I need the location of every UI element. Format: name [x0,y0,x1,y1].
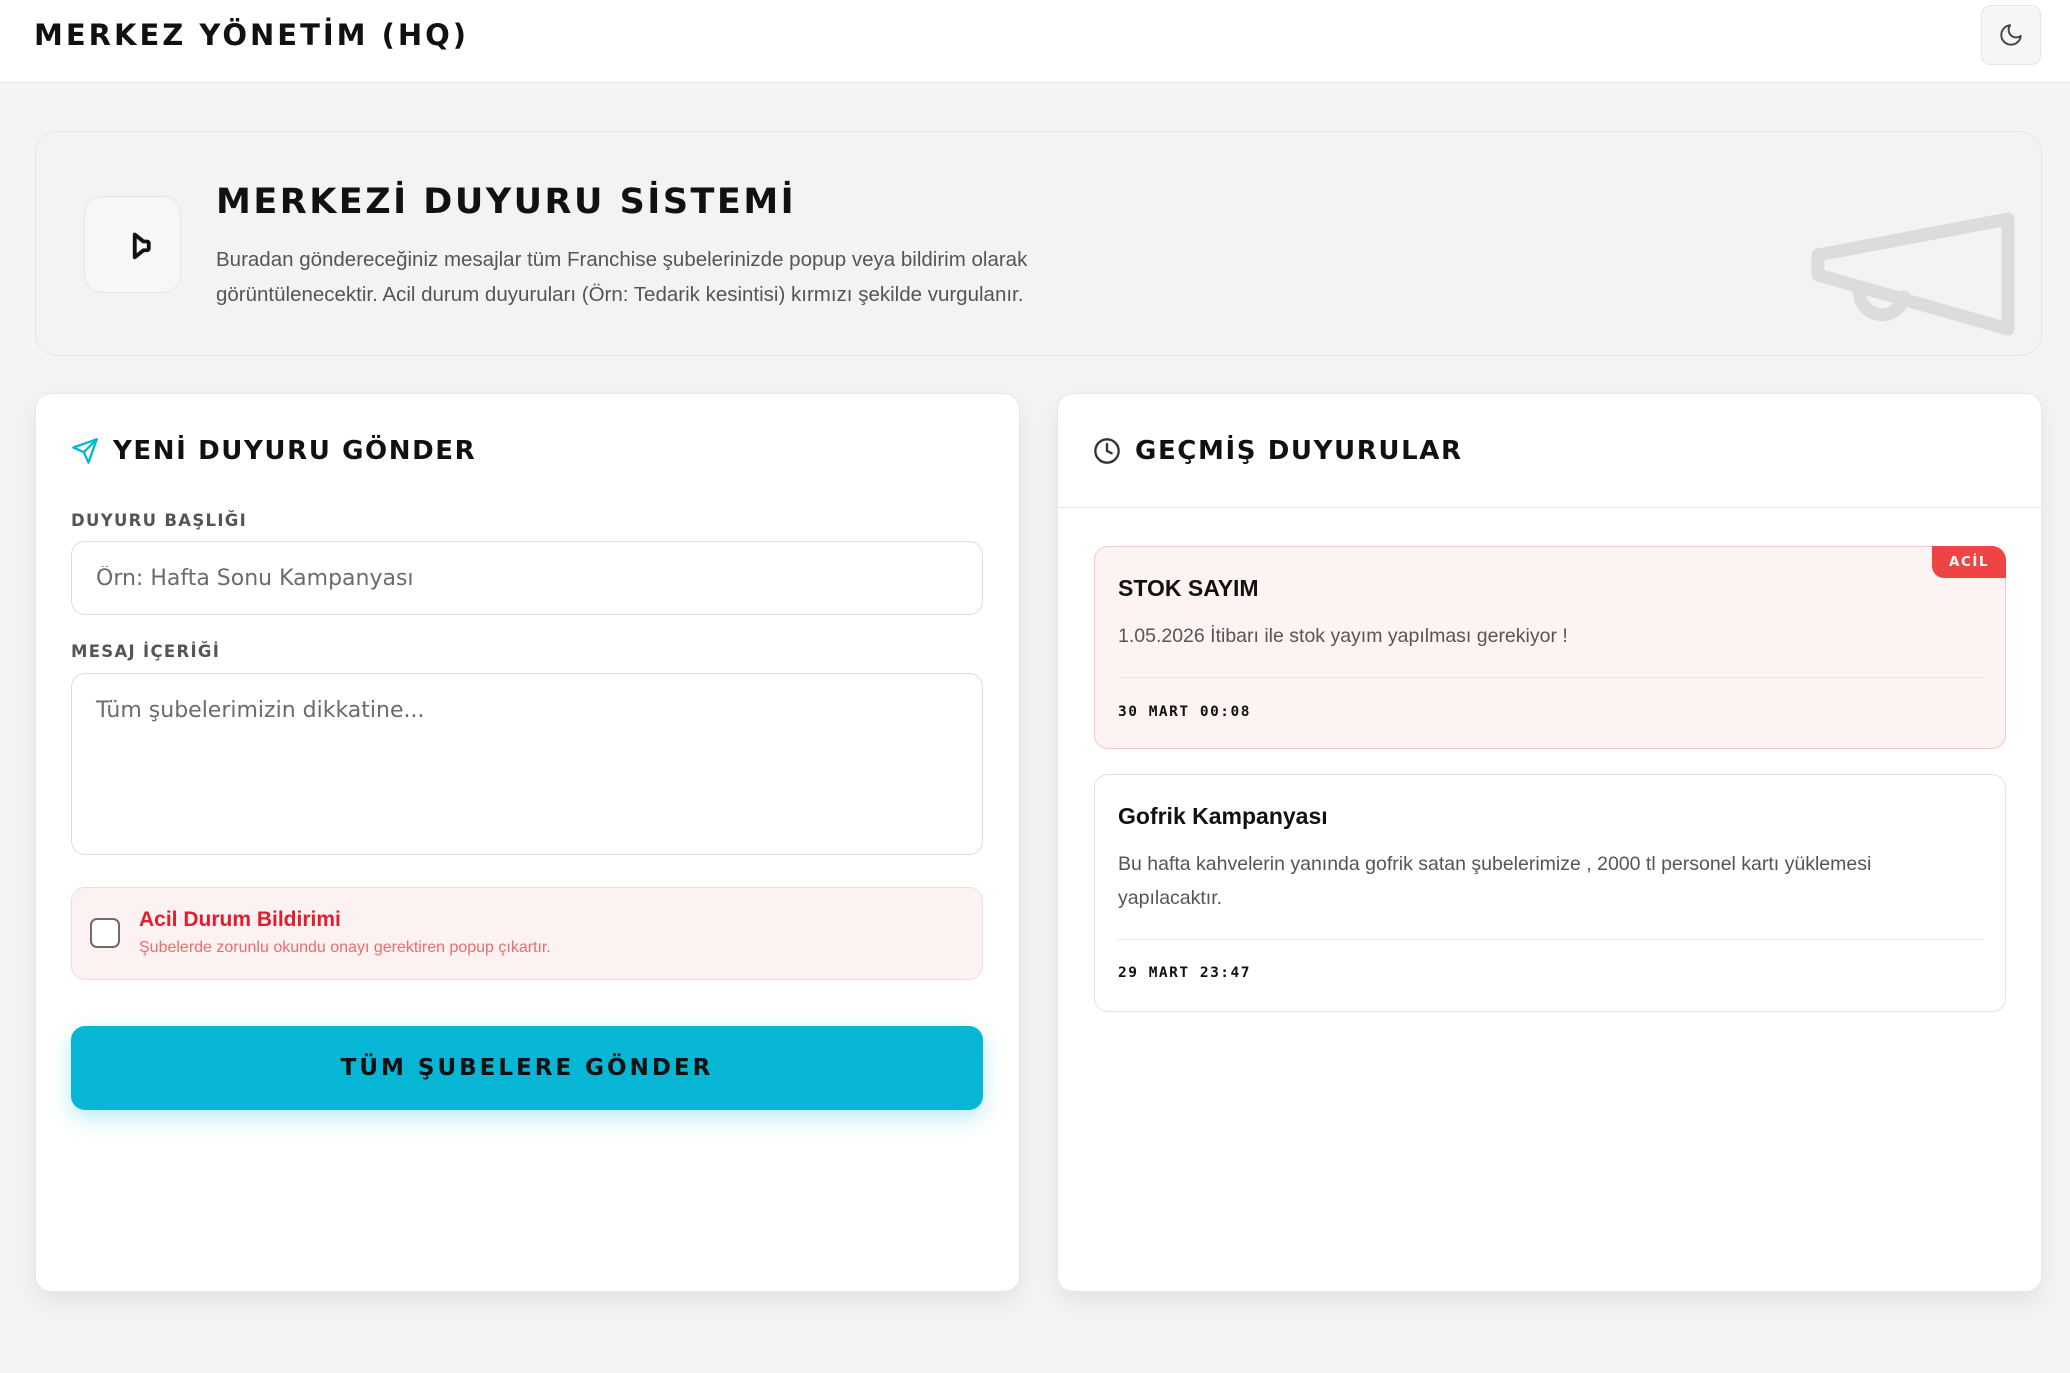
moon-icon [2000,24,2022,46]
message-label: MESAJ İÇERİĞİ [71,642,221,661]
message-textarea[interactable] [71,673,983,855]
megaphone-watermark-icon [1811,212,2015,336]
subject-input[interactable] [71,541,983,615]
urgent-option-title: Acil Durum Bildirimi [139,908,341,931]
announcement-body: Bu hafta kahvelerin yanında gofrik satan… [1118,853,1872,909]
urgent-checkbox[interactable] [90,918,120,948]
announcement-date: 29 MART 23:47 [1118,965,1251,981]
send-icon [72,438,98,464]
app-title: MERKEZ YÖNETİM (HQ) [34,18,470,52]
megaphone-icon-tile [84,196,181,293]
announcement-body: 1.05.2026 İtibarı ile stok yayım yapılma… [1118,625,1568,647]
history-title-label: GEÇMİŞ DUYURULAR [1135,436,1463,466]
send-to-all-branches-button[interactable]: TÜM ŞUBELERE GÖNDER [71,1026,983,1110]
form-title: YENİ DUYURU GÖNDER [71,436,476,466]
history-divider [1058,507,2041,508]
megaphone-icon [132,232,151,259]
past-announcements-card: GEÇMİŞ DUYURULAR ACİL STOK SAYIM 1.05.20… [1057,393,2042,1292]
hero-title: MERKEZİ DUYURU SİSTEMİ [216,182,797,222]
history-title: GEÇMİŞ DUYURULAR [1093,436,1463,466]
announcement-divider [1118,677,1984,678]
new-announcement-card: YENİ DUYURU GÖNDER DUYURU BAŞLIĞI MESAJ … [35,393,1020,1292]
announcement-title: STOK SAYIM [1118,575,1259,601]
announcement-item[interactable]: Gofrik Kampanyası Bu hafta kahvelerin ya… [1094,774,2006,1012]
urgent-notification-option[interactable]: Acil Durum Bildirimi Şubelerde zorunlu o… [71,887,983,980]
top-bar: MERKEZ YÖNETİM (HQ) [0,0,2070,83]
clock-icon [1094,438,1120,464]
theme-toggle-button[interactable] [1981,5,2041,65]
urgent-badge: ACİL [1932,546,2006,578]
announcement-item[interactable]: ACİL STOK SAYIM 1.05.2026 İtibarı ile st… [1094,546,2006,749]
announcement-title: Gofrik Kampanyası [1118,803,1328,829]
hero-description: Buradan göndereceğiniz mesajlar tüm Fran… [216,248,1028,306]
urgent-option-description: Şubelerde zorunlu okundu onayı gerektire… [139,939,551,956]
announcement-system-banner: MERKEZİ DUYURU SİSTEMİ Buradan gönderece… [35,131,2042,356]
announcement-date: 30 MART 00:08 [1118,704,1251,720]
announcement-divider [1118,939,1984,940]
subject-label: DUYURU BAŞLIĞI [71,511,248,530]
form-title-label: YENİ DUYURU GÖNDER [113,436,477,466]
